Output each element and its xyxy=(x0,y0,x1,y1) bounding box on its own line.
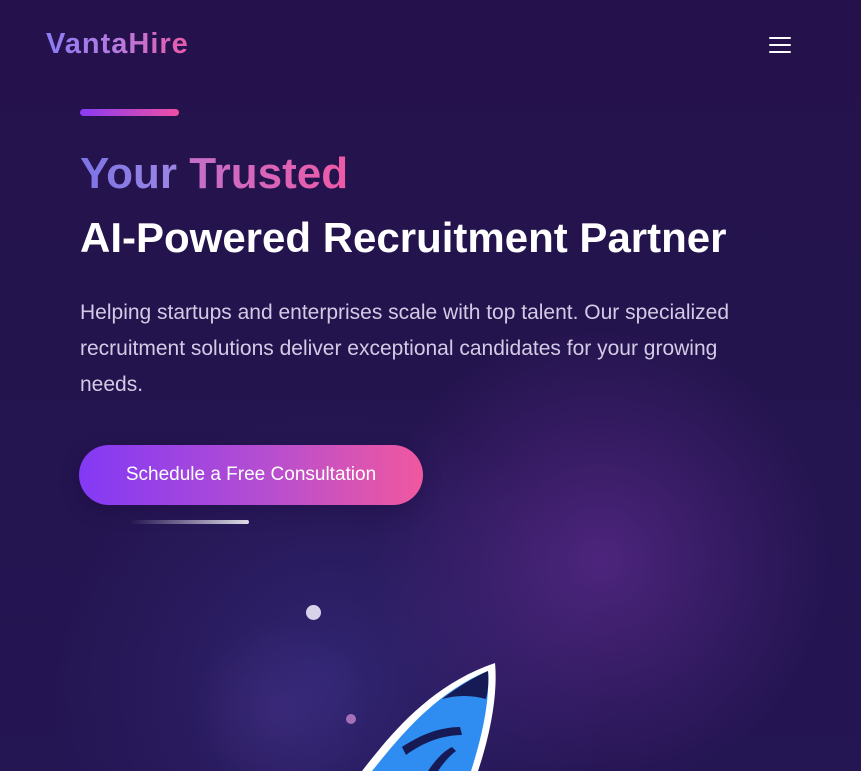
decorative-dot xyxy=(306,605,321,620)
menu-line xyxy=(769,37,791,39)
site-header: VantaHire xyxy=(0,0,861,90)
menu-line xyxy=(769,51,791,53)
schedule-consultation-button[interactable]: Schedule a Free Consultation xyxy=(79,445,423,505)
hero-description: Helping startups and enterprises scale w… xyxy=(80,301,730,396)
cta-underline-decoration xyxy=(130,520,249,524)
hamburger-menu-icon[interactable] xyxy=(764,30,796,60)
rocket-icon xyxy=(350,655,510,771)
headline-word-your: Your xyxy=(80,149,177,198)
headline-line-1: Your Trusted xyxy=(80,148,348,200)
brand-logo[interactable]: VantaHire xyxy=(46,26,189,62)
menu-line xyxy=(769,44,791,46)
accent-bar xyxy=(80,109,179,116)
headline-line-2: AI-Powered Recruitment Partner xyxy=(80,214,727,261)
headline-word-trusted: Trusted xyxy=(189,149,349,198)
